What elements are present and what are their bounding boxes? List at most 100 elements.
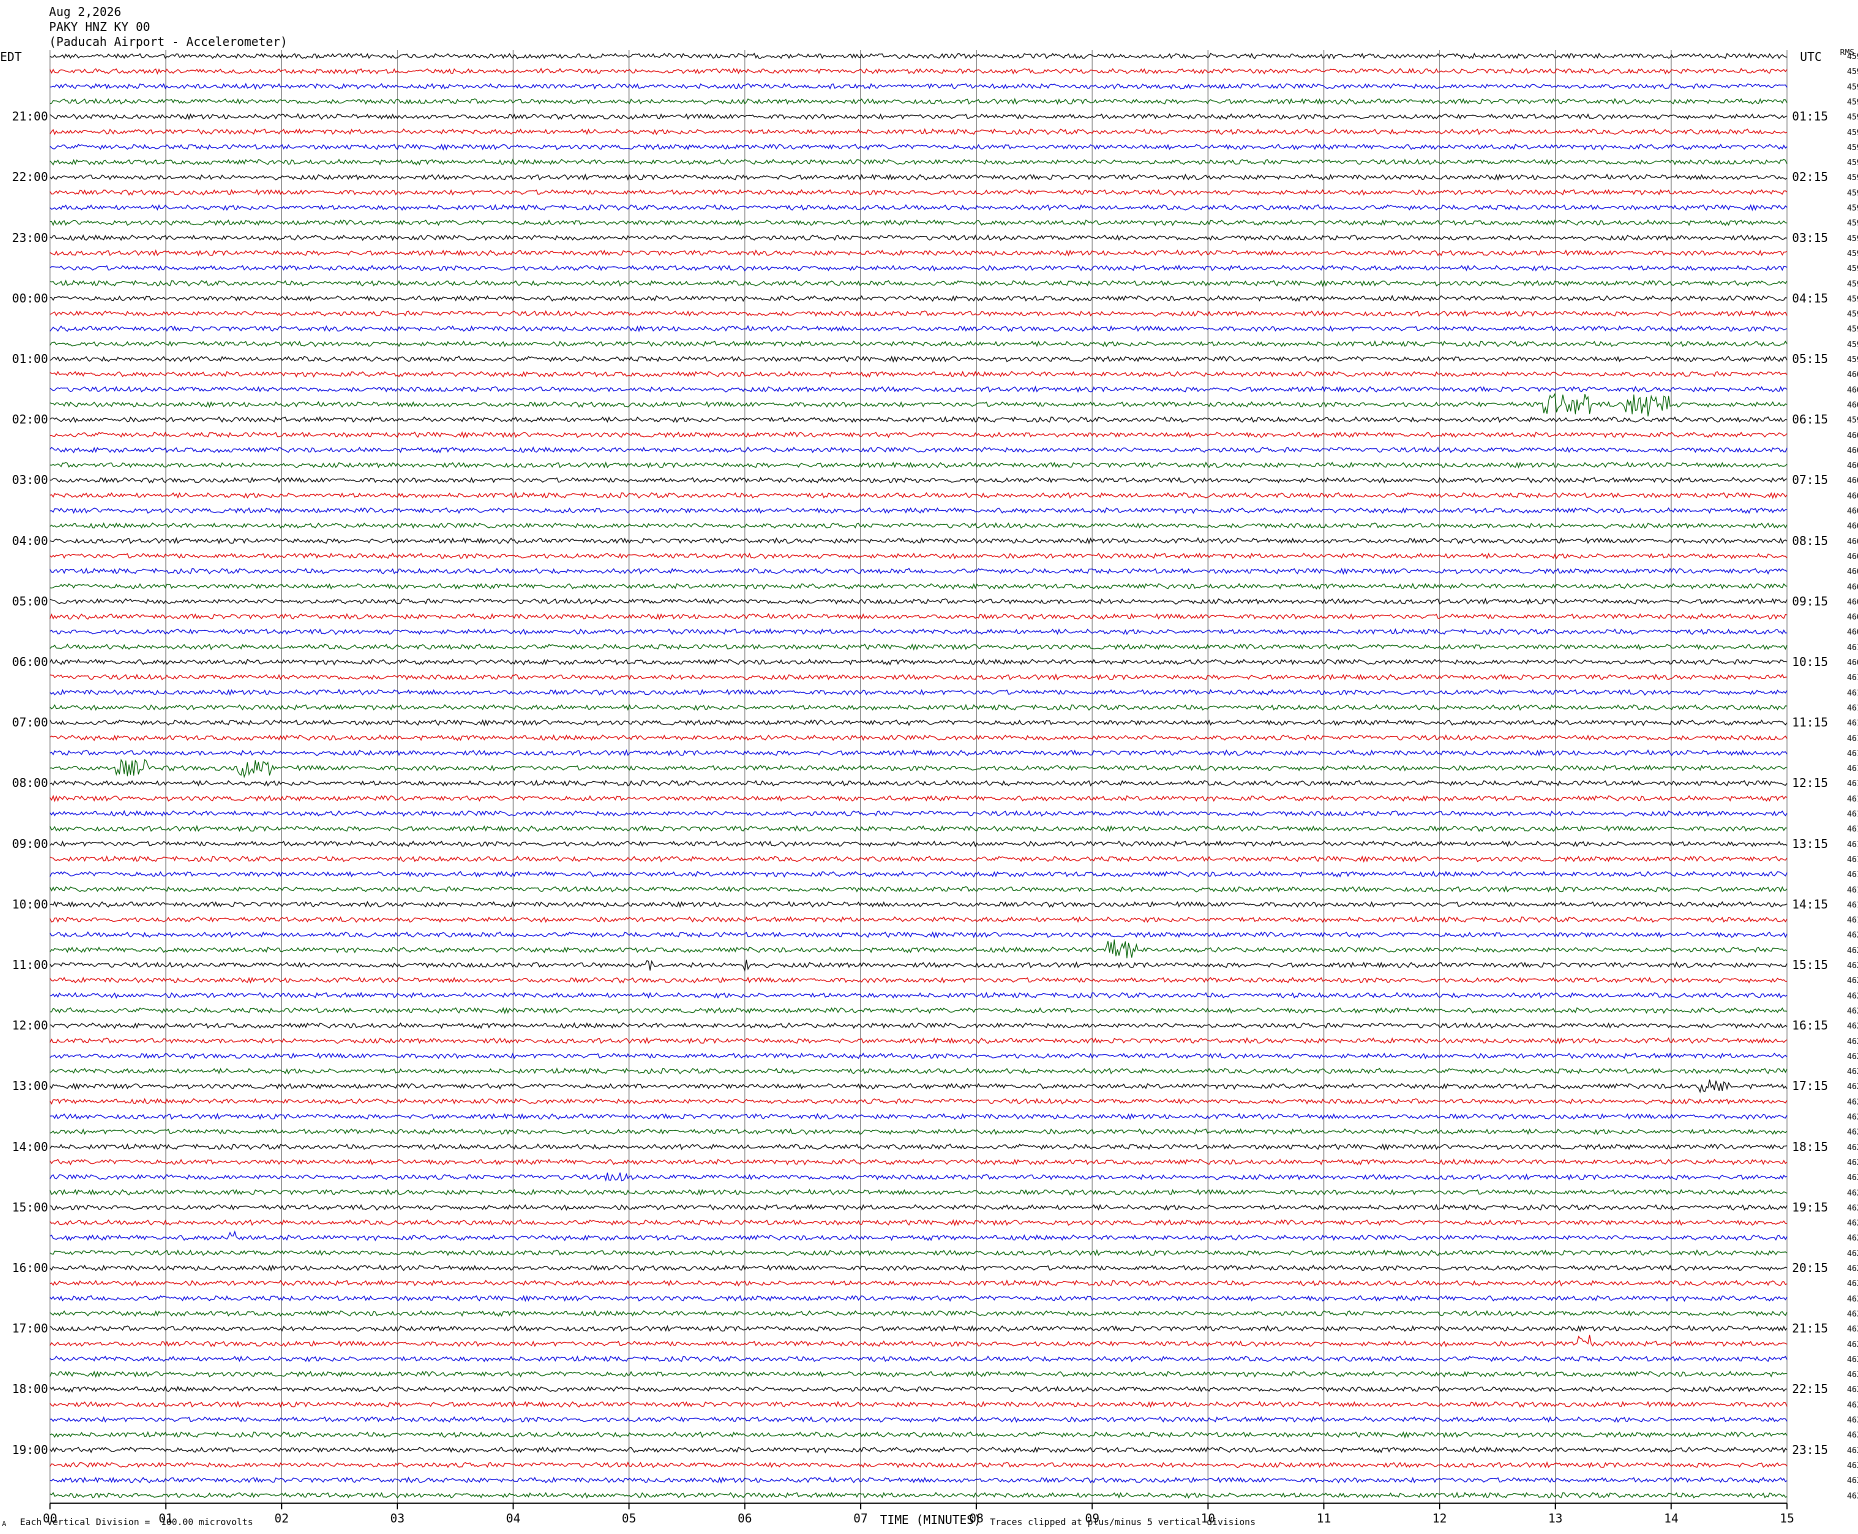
rms-value: 46203 <box>1847 931 1858 940</box>
right-hour-label: 23:15 <box>1792 1443 1828 1457</box>
seismic-trace <box>49 112 1788 121</box>
rms-value: 46280 <box>1847 1128 1858 1137</box>
trace-group <box>49 52 1788 1499</box>
rms-value: 46178 <box>1847 885 1858 894</box>
scale-note: Each Vertical Division = 100.00 microvol… <box>20 1518 253 1528</box>
right-hour-label: 18:15 <box>1792 1140 1828 1154</box>
rms-value: 46363 <box>1847 1491 1858 1500</box>
left-hour-label: 00:00 <box>12 291 48 305</box>
seismic-trace <box>49 1172 1788 1182</box>
seismic-trace <box>49 1334 1788 1348</box>
seismic-trace <box>49 1264 1788 1272</box>
rms-value: 46313 <box>1847 1355 1858 1364</box>
seismic-trace <box>49 1079 1788 1094</box>
rms-value: 45999 <box>1847 416 1858 425</box>
right-hour-label: 07:15 <box>1792 473 1828 487</box>
seismic-trace <box>49 340 1788 348</box>
seismic-trace <box>49 1097 1788 1105</box>
rms-value: 46052 <box>1847 537 1858 546</box>
seismic-trace <box>49 67 1788 75</box>
rms-value: 46116 <box>1847 749 1858 758</box>
rms-value: 46142 <box>1847 810 1858 819</box>
rms-value: 45999 <box>1847 325 1858 334</box>
right-hour-label: 15:15 <box>1792 958 1828 972</box>
seismic-trace <box>49 536 1788 545</box>
seismic-trace <box>49 628 1788 636</box>
seismic-trace <box>49 1491 1788 1499</box>
left-hour-label: 19:00 <box>12 1443 48 1457</box>
left-hour-label: 12:00 <box>12 1019 48 1033</box>
rms-value: 46107 <box>1847 688 1858 697</box>
rms-value: 46162 <box>1847 825 1858 834</box>
seismic-trace <box>49 597 1788 605</box>
rms-value: 46326 <box>1847 1400 1858 1409</box>
seismic-trace <box>49 522 1788 529</box>
seismic-trace <box>49 703 1788 711</box>
left-hour-label: 22:00 <box>12 170 48 184</box>
seismic-trace <box>49 415 1788 424</box>
right-hour-label: 01:15 <box>1792 110 1828 124</box>
right-hour-label: 04:15 <box>1792 291 1828 305</box>
seismic-trace <box>49 1309 1788 1317</box>
rms-value: 46214 <box>1847 961 1858 970</box>
rms-value: 45924 <box>1847 143 1858 152</box>
rms-value: 46039 <box>1847 522 1858 531</box>
seismic-trace <box>49 1067 1788 1075</box>
x-tick-label: 04 <box>506 1511 520 1525</box>
seismic-trace <box>49 507 1788 515</box>
rms-value: 45946 <box>1847 204 1858 213</box>
rms-value: 46290 <box>1847 1249 1858 1258</box>
left-hour-label: 05:00 <box>12 594 48 608</box>
rms-value: 46135 <box>1847 779 1858 788</box>
seismic-trace <box>49 476 1788 484</box>
rms-value: 45963 <box>1847 264 1858 273</box>
rms-value: 46005 <box>1847 431 1858 440</box>
rms-value: 46027 <box>1847 491 1858 500</box>
rms-value: 46218 <box>1847 1006 1858 1015</box>
helicorder-plot: 0001020304050607080910111213141545907459… <box>12 50 1858 1525</box>
rms-value: 46287 <box>1847 1188 1858 1197</box>
x-tick-label: 15 <box>1780 1511 1794 1525</box>
right-hour-label: 13:15 <box>1792 837 1828 851</box>
seismic-trace <box>49 97 1788 105</box>
seismic-trace <box>49 855 1788 863</box>
seismic-trace <box>49 643 1788 651</box>
rms-value: 46282 <box>1847 1143 1858 1152</box>
seismic-trace <box>49 840 1788 848</box>
rms-value: 45909 <box>1847 97 1858 106</box>
seismic-trace <box>49 567 1788 575</box>
right-hour-label: 11:15 <box>1792 716 1828 730</box>
seismic-trace <box>49 748 1788 757</box>
rms-value: 46120 <box>1847 734 1858 743</box>
rms-value: 46292 <box>1847 1264 1858 1273</box>
right-hour-label: 02:15 <box>1792 170 1828 184</box>
axis-labels: 0001020304050607080910111213141545907459… <box>12 52 1858 1525</box>
seismic-trace <box>49 370 1788 378</box>
rms-value: 45927 <box>1847 158 1858 167</box>
seismic-trace <box>49 203 1788 212</box>
rms-value: 46102 <box>1847 643 1858 652</box>
rms-value: 45936 <box>1847 173 1858 182</box>
rms-value: 46081 <box>1847 628 1858 637</box>
seismic-trace <box>49 491 1788 500</box>
seismic-trace <box>49 1385 1788 1393</box>
rms-value: 46100 <box>1847 673 1858 682</box>
rms-value: 46241 <box>1847 1052 1858 1061</box>
seismic-trace <box>49 431 1788 439</box>
seismic-trace <box>49 976 1788 984</box>
rms-value: 46218 <box>1847 991 1858 1000</box>
seismic-trace <box>49 1430 1788 1439</box>
seismic-trace <box>49 52 1788 60</box>
left-hour-label: 06:00 <box>12 655 48 669</box>
rms-value: 46240 <box>1847 1022 1858 1031</box>
left-hour-label: 07:00 <box>12 716 48 730</box>
rms-value: 46038 <box>1847 507 1858 516</box>
seismic-trace <box>49 1128 1788 1136</box>
seismic-trace <box>49 673 1788 681</box>
rms-value: 46019 <box>1847 461 1858 470</box>
left-hour-label: 04:00 <box>12 534 48 548</box>
seismic-trace <box>49 446 1788 454</box>
seismic-trace <box>49 1036 1788 1045</box>
seismic-trace <box>49 1279 1788 1287</box>
seismic-trace <box>49 1324 1788 1333</box>
